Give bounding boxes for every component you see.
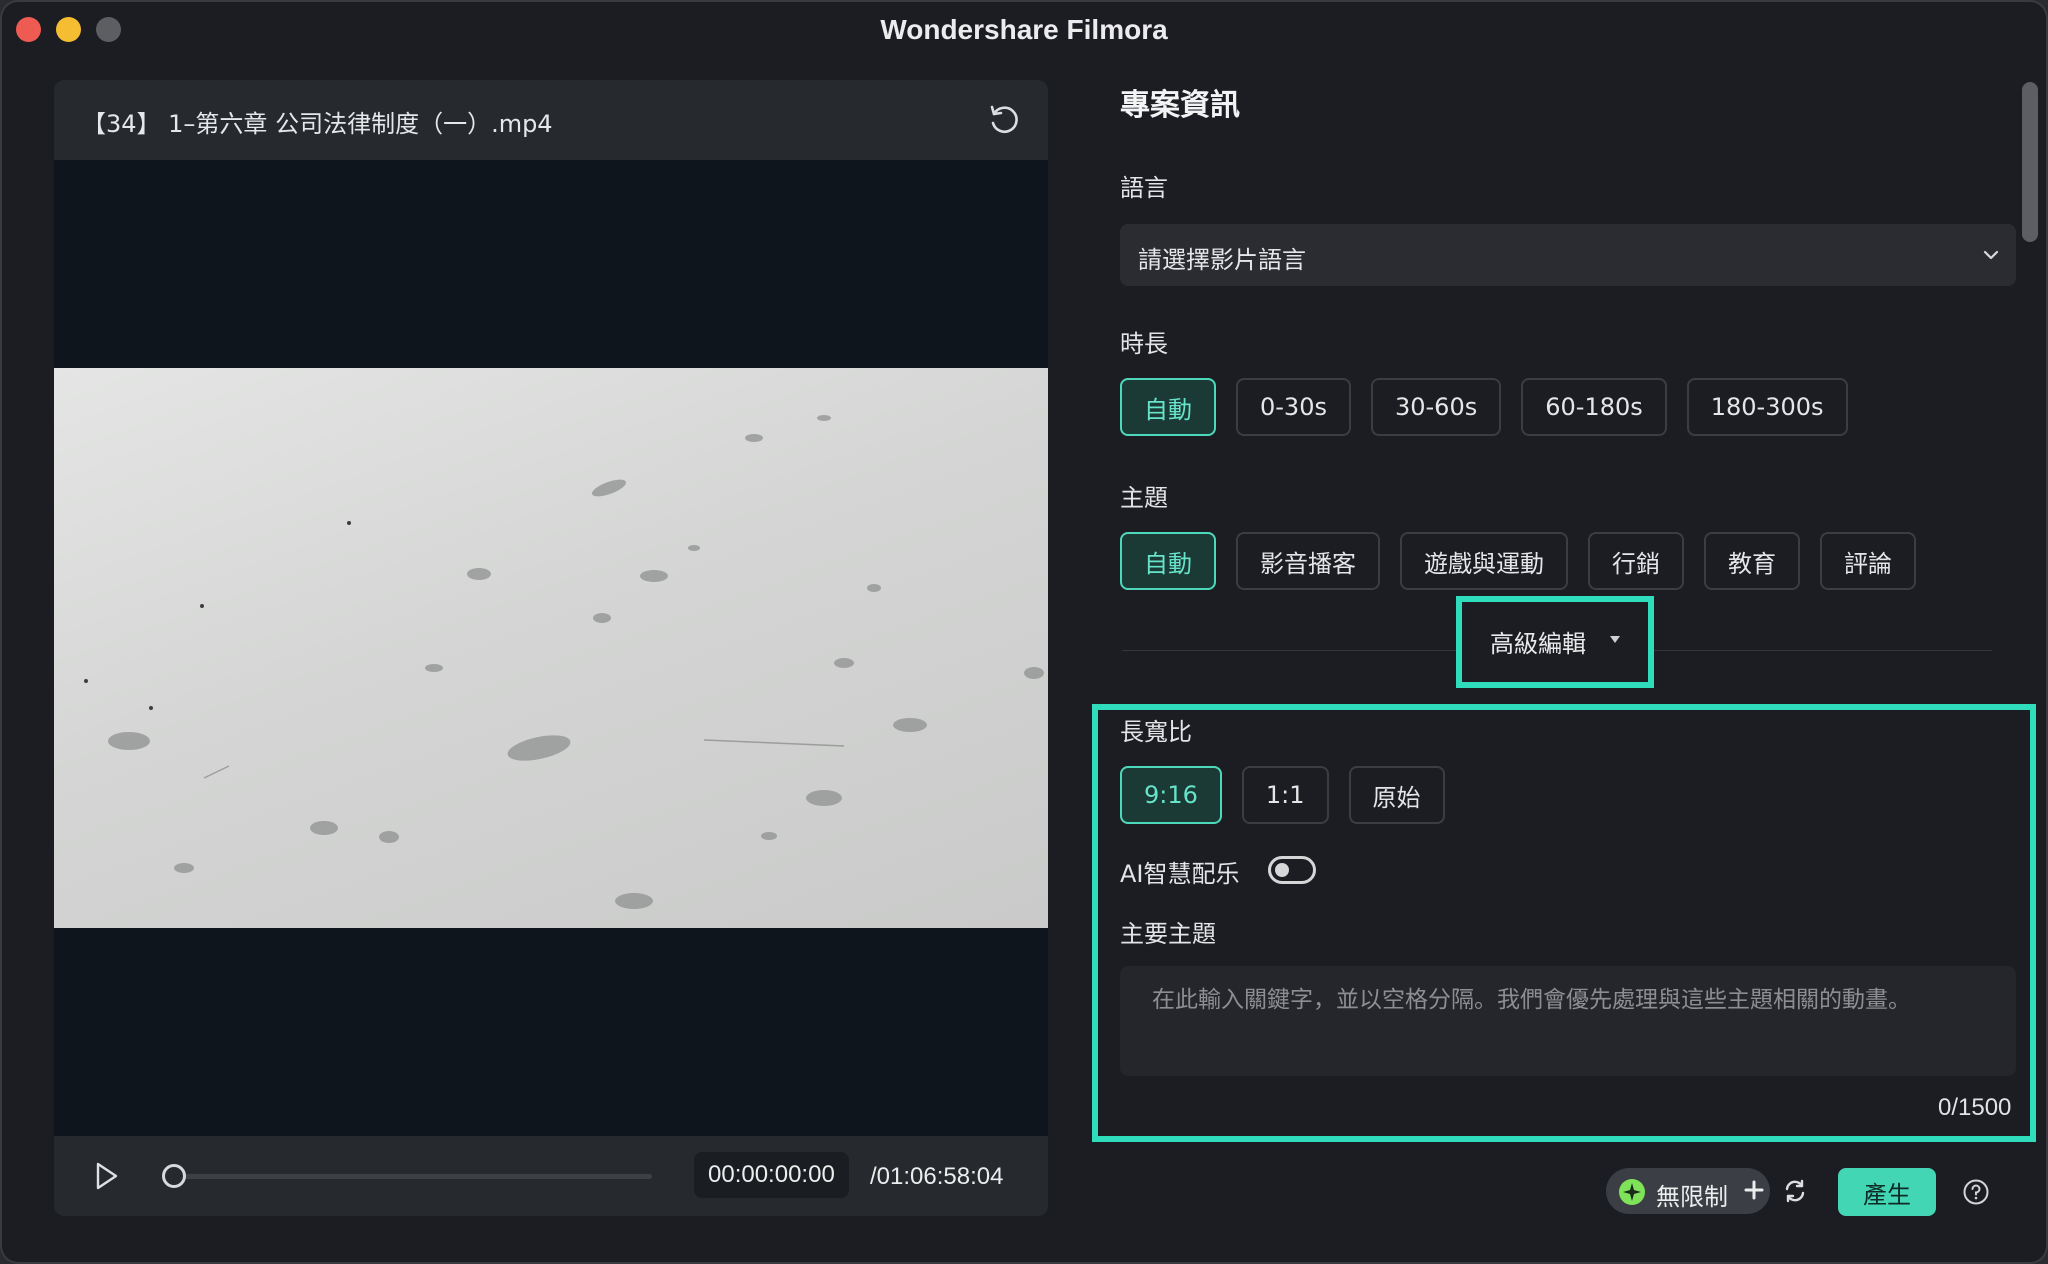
duration-option-60-180s[interactable]: 60-180s: [1521, 378, 1667, 436]
duration-option-0-30s[interactable]: 0-30s: [1236, 378, 1351, 436]
aspect-ratio-option-1-1[interactable]: 1:1: [1241, 766, 1329, 824]
plus-icon[interactable]: [1742, 1178, 1766, 1202]
advanced-edit-label: 高級編輯: [1490, 630, 1586, 658]
file-name: 【34】 1–第六章 公司法律制度（一）.mp4: [82, 110, 553, 138]
project-info-panel: 專案資訊 語言 請選擇影片語言 時長 自動 0-30s 30-60s 60-18…: [1090, 64, 2048, 1264]
panel-heading: 專案資訊: [1120, 88, 1240, 123]
file-header: 【34】 1–第六章 公司法律制度（一）.mp4: [54, 80, 1048, 160]
video-frame[interactable]: [54, 368, 1048, 928]
window-title: Wondershare Filmora: [880, 14, 1168, 45]
duration-option-180-300s[interactable]: 180-300s: [1686, 378, 1848, 436]
sparkle-icon: [1619, 1179, 1645, 1205]
seek-handle[interactable]: [162, 1164, 186, 1188]
generate-button[interactable]: 產生: [1838, 1168, 1936, 1216]
character-count: 0/1500: [1938, 1094, 2012, 1121]
theme-option-gaming-sports[interactable]: 遊戲與運動: [1400, 532, 1568, 590]
language-label: 語言: [1120, 174, 1168, 202]
theme-label: 主題: [1120, 484, 1168, 512]
main-topic-input[interactable]: 在此輸入關鍵字，並以空格分隔。我們會優先處理與這些主題相關的動畫。: [1120, 966, 2016, 1076]
duration-label: 時長: [1120, 330, 1168, 358]
theme-options: 自動 影音播客 遊戲與運動 行銷 教育 評論: [1120, 532, 1916, 590]
theme-option-auto[interactable]: 自動: [1120, 532, 1216, 590]
title-bar: Wondershare Filmora: [0, 0, 2048, 64]
help-icon[interactable]: [1962, 1178, 1990, 1206]
duration-option-auto[interactable]: 自動: [1120, 378, 1216, 436]
advanced-edit-toggle[interactable]: 高級編輯: [1456, 596, 1654, 688]
theme-option-marketing[interactable]: 行銷: [1588, 532, 1684, 590]
main-topic-label: 主要主題: [1120, 920, 1216, 948]
toggle-knob: [1275, 863, 1289, 877]
total-time: /01:06:58:04: [870, 1163, 1004, 1190]
language-select[interactable]: 請選擇影片語言: [1120, 224, 2016, 286]
current-time: 00:00:00:00: [694, 1152, 849, 1198]
scrollbar[interactable]: [2022, 82, 2038, 242]
play-icon[interactable]: [88, 1158, 124, 1194]
ai-music-label: AI智慧配乐: [1120, 860, 1240, 888]
aspect-ratio-label: 長寬比: [1120, 718, 1192, 746]
duration-option-30-60s[interactable]: 30-60s: [1370, 378, 1502, 436]
caret-down-icon: [1610, 636, 1620, 643]
duration-options: 自動 0-30s 30-60s 60-180s 180-300s: [1120, 378, 1848, 436]
app-window: Wondershare Filmora 【34】 1–第六章 公司法律制度（一）…: [0, 0, 2048, 1264]
credits-label: 無限制: [1656, 1183, 1728, 1211]
aspect-ratio-options: 9:16 1:1 原始: [1120, 766, 1445, 824]
theme-option-education[interactable]: 教育: [1704, 532, 1800, 590]
video-still-image: [84, 415, 1044, 909]
aspect-ratio-option-original[interactable]: 原始: [1348, 766, 1445, 824]
seek-bar[interactable]: [172, 1174, 652, 1179]
refresh-icon[interactable]: [986, 102, 1022, 138]
theme-option-podcast[interactable]: 影音播客: [1236, 532, 1380, 590]
ai-music-toggle[interactable]: [1268, 856, 1316, 884]
chevron-down-icon: [1983, 250, 1999, 260]
playback-controls: 00:00:00:00 /01:06:58:04: [54, 1136, 1048, 1216]
credits-pill[interactable]: 無限制: [1606, 1168, 1770, 1214]
video-preview-panel: 【34】 1–第六章 公司法律制度（一）.mp4 00:00:00:00 /01…: [54, 80, 1048, 1216]
regenerate-icon[interactable]: [1780, 1176, 1810, 1206]
language-select-value: 請選擇影片語言: [1138, 246, 1306, 274]
theme-option-review[interactable]: 評論: [1820, 532, 1916, 590]
aspect-ratio-option-9-16[interactable]: 9:16: [1120, 766, 1222, 824]
